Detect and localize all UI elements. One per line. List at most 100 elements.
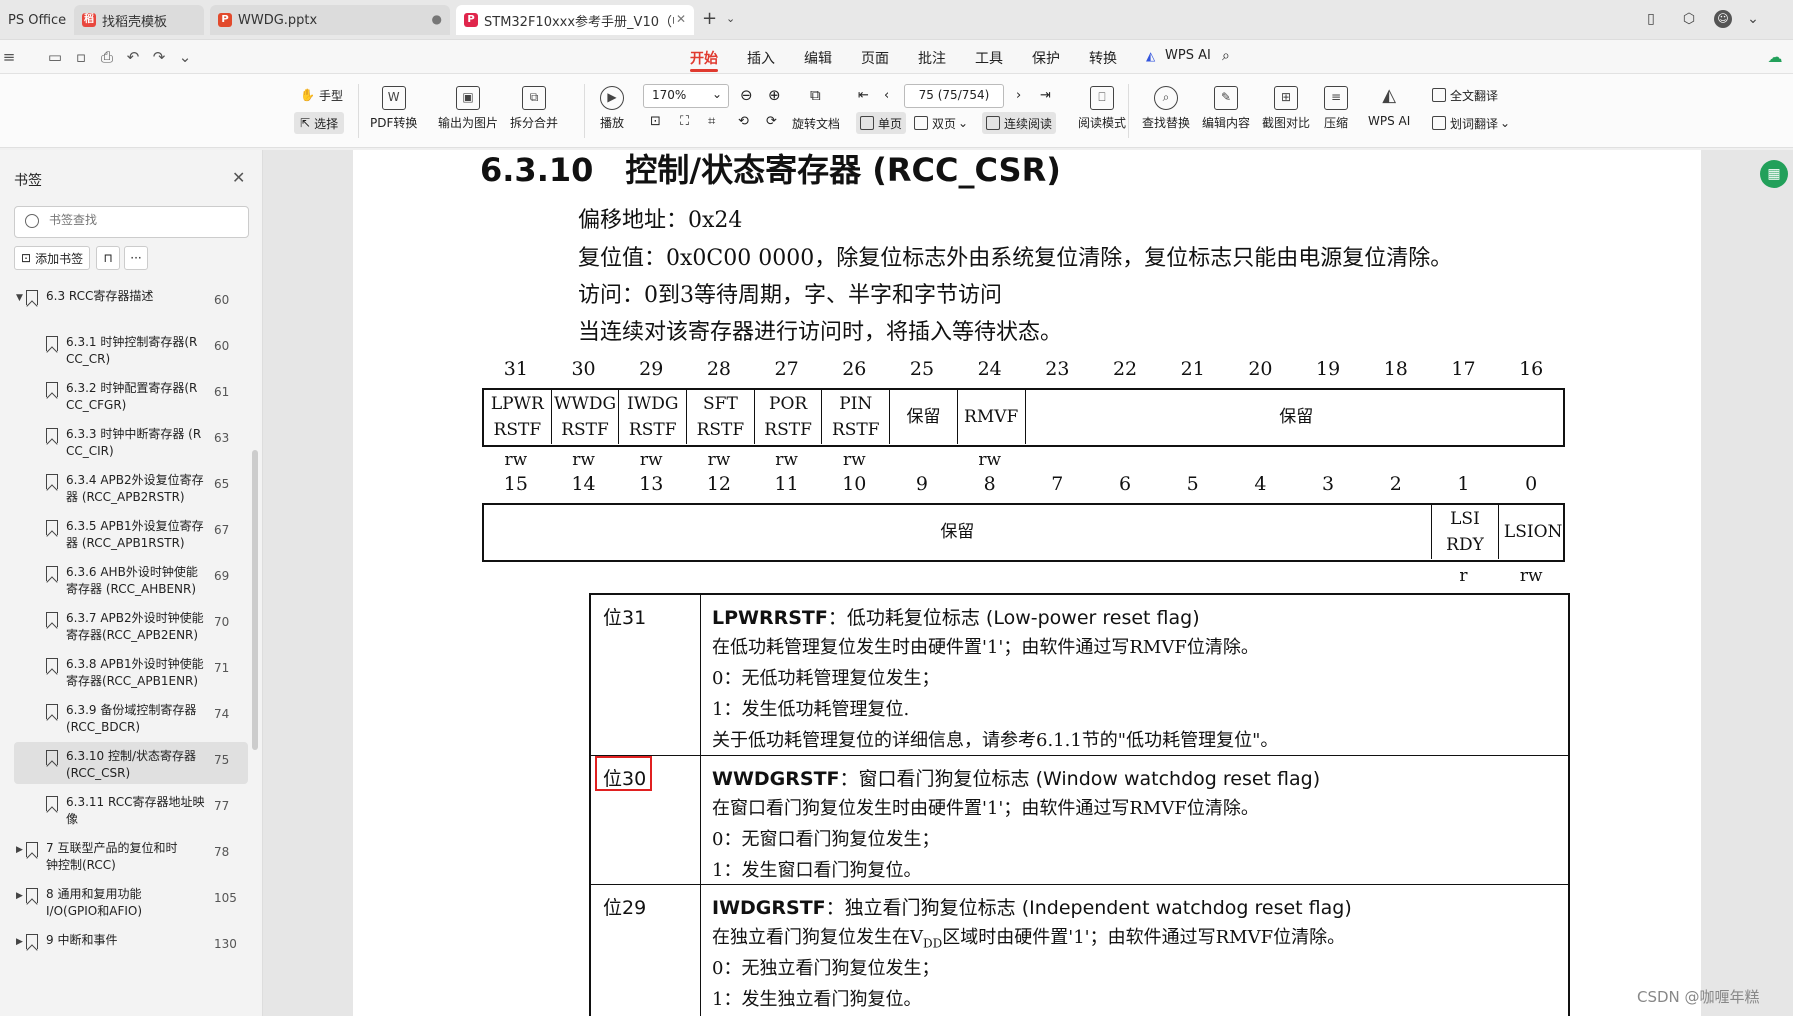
save-icon[interactable]: ▫ — [72, 48, 90, 66]
play-button[interactable]: ▶ 播放 — [600, 86, 624, 131]
print-icon[interactable]: ⎙ — [98, 48, 116, 66]
fit-icon[interactable]: ⊡ — [650, 114, 661, 129]
menu-insert[interactable]: 插入 — [747, 48, 775, 68]
zoom-in-icon[interactable]: ⊕ — [768, 86, 781, 104]
bookmark-icon — [46, 612, 58, 627]
scrollbar[interactable] — [252, 450, 258, 750]
bookmark-item[interactable]: 6.3.2 时钟配置寄存器(R CC_CFGR) 61 — [14, 374, 248, 416]
edit-content-button[interactable]: ✎ 编辑内容 — [1202, 86, 1250, 131]
access-type: rw — [1519, 566, 1543, 586]
bookmark-search[interactable] — [14, 206, 249, 238]
menu-tools[interactable]: 工具 — [975, 48, 1003, 68]
bookmark-item[interactable]: 6.3.6 AHB外设时钟使能寄存器 (RCC_AHBENR) 69 — [14, 558, 248, 600]
search-icon[interactable]: ⌕ — [1222, 48, 1230, 64]
close-icon[interactable]: ✕ — [232, 168, 245, 187]
folder-icon[interactable]: ▭ — [46, 48, 64, 66]
bookmark-item[interactable]: ▶ 9 中断和事件 130 — [14, 926, 248, 968]
tab-stm32-manual[interactable]: P STM32F10xxx参考手册_V10（中文 ✕ — [456, 5, 694, 35]
bookmark-item[interactable]: 6.3.7 APB2外设时钟使能寄存器(RCC_APB2ENR) 70 — [14, 604, 248, 646]
chevron-down-icon[interactable]: ⌄ — [1744, 10, 1762, 28]
bookmark-item[interactable]: ▶ 8 通用和复用功能I/O(GPIO和AFIO) 105 — [14, 880, 248, 922]
export-image-button[interactable]: ▣ 输出为图片 — [438, 86, 498, 131]
zoom-select[interactable]: 170% ⌄ — [643, 84, 729, 108]
bookmark-item[interactable]: 6.3.9 备份域控制寄存器 (RCC_BDCR) 74 — [14, 696, 248, 738]
compress-button[interactable]: ≡ 压缩 — [1324, 86, 1348, 131]
divider — [1128, 84, 1129, 138]
zoom-out-icon[interactable]: ⊖ — [740, 86, 753, 104]
bookmark-search-input[interactable] — [49, 213, 239, 227]
first-page-icon[interactable]: ⇤ — [858, 88, 869, 103]
crop-icon[interactable]: ⌗ — [708, 114, 715, 129]
cloud-sync-icon[interactable]: ☁ — [1766, 48, 1784, 66]
redo-icon[interactable]: ↷ — [150, 48, 168, 66]
screenshot-compare-button[interactable]: ⊞ 截图对比 — [1262, 86, 1310, 131]
tab-dot-icon[interactable]: ● — [432, 12, 442, 26]
menu-wps-ai[interactable]: WPS AI — [1165, 48, 1211, 63]
new-tab-icon[interactable]: + — [702, 8, 717, 29]
menu-comment[interactable]: 批注 — [918, 48, 946, 68]
bookmark-label: 6.3.11 RCC寄存器地址映像 — [66, 795, 205, 826]
register-field: WWDG RSTF — [552, 390, 620, 444]
cube-icon[interactable]: ⬡ — [1680, 10, 1698, 28]
chevron-down-icon[interactable]: ⌄ — [176, 48, 194, 66]
menu-icon[interactable]: ≡ — [0, 48, 18, 66]
tab-docer[interactable]: 稻 找稻壳模板 — [74, 5, 204, 35]
rotate-left-icon[interactable]: ⟲ — [738, 114, 749, 129]
bookmark-item[interactable]: 6.3.4 APB2外设复位寄存器 (RCC_APB2RSTR) 65 — [14, 466, 248, 508]
hand-icon: ✋ — [300, 88, 315, 102]
wps-ai-button[interactable]: ◭ WPS AI — [1368, 86, 1410, 129]
bookmark-item[interactable]: 6.3.10 控制/状态寄存器 (RCC_CSR) 75 — [14, 742, 248, 784]
bookmark-item[interactable]: 6.3.8 APB1外设时钟使能寄存器(RCC_APB1ENR) 71 — [14, 650, 248, 692]
rotate-right-icon[interactable]: ⟳ — [766, 114, 777, 129]
bookmark-page: 69 — [214, 569, 230, 583]
single-page-button[interactable]: 单页 — [856, 112, 907, 134]
menu-edit[interactable]: 编辑 — [804, 48, 832, 68]
bit-detail: 在独立看门狗复位发生在VDD区域时由硬件置'1'；由软件通过写RMVF位清除。 — [712, 927, 1346, 951]
continuous-read-button[interactable]: 连续阅读 — [982, 112, 1057, 134]
bookmark-icon[interactable]: ⊓ — [96, 246, 120, 270]
find-replace-button[interactable]: ⌕ 查找替换 — [1142, 86, 1190, 131]
next-page-icon[interactable]: › — [1016, 88, 1021, 103]
tab-wps-home[interactable]: PS Office — [0, 5, 68, 35]
menu-protect[interactable]: 保护 — [1032, 48, 1060, 68]
window-layout-icon[interactable]: ▯ — [1642, 10, 1660, 28]
hand-tool-button[interactable]: ✋ 手型 — [300, 84, 343, 106]
tab-wwdg-pptx[interactable]: P WWDG.pptx ● — [210, 5, 450, 35]
double-page-button[interactable]: 双页 ⌄ — [914, 112, 968, 134]
sheet-icon[interactable]: ▦ — [1760, 160, 1788, 188]
full-translate-button[interactable]: 全文翻译 — [1432, 84, 1498, 106]
chevron-down-icon[interactable]: ⌄ — [726, 12, 735, 25]
rotate-doc-button[interactable]: 旋转文档 — [792, 112, 840, 134]
wps-ai-icon[interactable]: ◭ — [1146, 49, 1155, 63]
reading-mode-button[interactable]: ⎕ 阅读模式 — [1078, 86, 1126, 131]
bit-number: 5 — [1186, 473, 1199, 495]
caret-down-icon[interactable]: ▼ — [16, 290, 23, 307]
caret-right-icon[interactable]: ▶ — [16, 842, 23, 859]
prev-page-icon[interactable]: ‹ — [884, 88, 889, 103]
bookmark-item[interactable]: ▶ 7 互联型产品的复位和时钟控制(RCC) 78 — [14, 834, 248, 876]
fit-width-icon[interactable]: ⛶ — [680, 114, 689, 129]
bookmark-item[interactable]: 6.3.3 时钟中断寄存器 (R CC_CIR) 63 — [14, 420, 248, 462]
caret-right-icon[interactable]: ▶ — [16, 888, 23, 905]
tab-bar: PS Office 稻 找稻壳模板 P WWDG.pptx ● P STM32F… — [0, 0, 1793, 40]
bookmark-item[interactable]: 6.3.11 RCC寄存器地址映像 77 — [14, 788, 248, 830]
menu-convert[interactable]: 转换 — [1089, 48, 1117, 68]
word-translate-button[interactable]: 划词翻译 ⌄ — [1432, 112, 1510, 134]
undo-icon[interactable]: ↶ — [124, 48, 142, 66]
page-number-input[interactable]: 75 (75/754) — [904, 84, 1004, 108]
page-swap-icon[interactable]: ⧉ — [810, 86, 821, 104]
bookmark-item[interactable]: 6.3.1 时钟控制寄存器(R CC_CR) 60 — [14, 328, 248, 370]
bookmark-item[interactable]: 6.3.5 APB1外设复位寄存器 (RCC_APB1RSTR) 67 — [14, 512, 248, 554]
avatar[interactable]: ☺ — [1714, 10, 1732, 28]
add-bookmark-button[interactable]: ⊡ 添加书签 — [14, 246, 91, 270]
split-merge-button[interactable]: ⧉ 拆分合并 — [510, 86, 558, 131]
pdf-convert-button[interactable]: W PDF转换 — [370, 86, 417, 131]
caret-right-icon[interactable]: ▶ — [16, 934, 23, 951]
menu-home[interactable]: 开始 — [690, 48, 718, 68]
close-icon[interactable]: ✕ — [676, 12, 686, 26]
last-page-icon[interactable]: ⇥ — [1040, 88, 1051, 103]
select-tool-button[interactable]: ⇱ 选择 — [294, 112, 345, 134]
bookmark-item[interactable]: ▼ 6.3 RCC寄存器描述 60 — [14, 282, 248, 312]
menu-page[interactable]: 页面 — [861, 48, 889, 68]
more-button[interactable]: ··· — [124, 246, 148, 270]
